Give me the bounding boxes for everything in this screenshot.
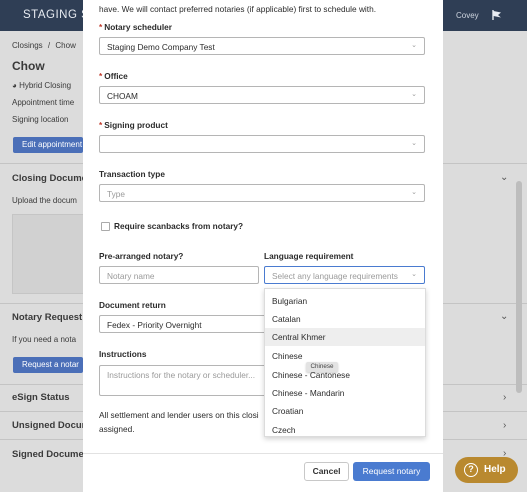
help-label: Help xyxy=(484,464,506,475)
language-placeholder: Select any language requirements xyxy=(272,271,398,281)
section-divider xyxy=(443,411,527,412)
section-divider xyxy=(443,303,527,304)
unsigned-documents-heading[interactable]: Unsigned Docum xyxy=(12,420,90,431)
chevron-down-icon[interactable]: ⌄ xyxy=(500,311,508,322)
transaction-type-placeholder: Type xyxy=(107,189,125,199)
language-option[interactable]: Chinese xyxy=(265,347,425,365)
breadcrumb-current: Chow xyxy=(55,41,76,50)
notary-request-text: If you need a nota xyxy=(12,335,77,344)
hybrid-closing-row: ◕ Hybrid Closing xyxy=(12,81,71,90)
user-name[interactable]: Covey xyxy=(456,11,479,20)
assignment-note-line2: assigned. xyxy=(99,424,135,434)
right-panel xyxy=(443,31,527,492)
chevron-down-icon: ⌄ xyxy=(411,91,417,98)
scanbacks-label[interactable]: Require scanbacks from notary? xyxy=(114,221,243,231)
transaction-type-select[interactable]: Type ⌄ xyxy=(99,184,425,202)
assignment-note-line1: All settlement and lender users on this … xyxy=(99,410,259,420)
language-option[interactable]: Chinese - Mandarin xyxy=(265,384,425,402)
section-divider xyxy=(0,439,83,440)
transaction-type-label: Transaction type xyxy=(99,169,165,179)
page-scrollbar[interactable] xyxy=(516,181,522,393)
notary-scheduler-value: Staging Demo Company Test xyxy=(107,42,215,52)
section-divider xyxy=(443,439,527,440)
esign-status-heading[interactable]: eSign Status xyxy=(12,392,70,403)
section-divider xyxy=(443,384,527,385)
office-select[interactable]: CHOAM ⌄ xyxy=(99,86,425,104)
upload-documents-text: Upload the docum xyxy=(12,196,77,205)
instructions-textarea[interactable]: Instructions for the notary or scheduler… xyxy=(99,365,272,396)
language-tooltip: Chinese xyxy=(306,362,338,372)
chevron-down-icon[interactable]: ⌄ xyxy=(500,172,508,183)
closing-documents-heading[interactable]: Closing Docume xyxy=(12,173,87,184)
section-divider xyxy=(443,163,527,164)
edit-appointment-button[interactable]: Edit appointment xyxy=(13,137,83,153)
appointment-time-label: Appointment time xyxy=(12,98,75,107)
chevron-down-icon: ⌄ xyxy=(411,271,417,278)
section-divider xyxy=(0,163,83,164)
signing-product-label: * Signing product xyxy=(99,120,168,130)
breadcrumb: Closings / Chow xyxy=(12,41,76,50)
hybrid-closing-label: Hybrid Closing xyxy=(19,81,72,90)
section-divider xyxy=(0,303,83,304)
language-options-menu: Bulgarian Catalan Central Khmer Chinese … xyxy=(264,288,426,437)
notary-name-input[interactable]: Notary name xyxy=(99,266,259,284)
section-divider xyxy=(0,411,83,412)
chevron-right-icon[interactable]: › xyxy=(503,420,506,431)
office-value: CHOAM xyxy=(107,91,138,101)
breadcrumb-closings-link[interactable]: Closings xyxy=(12,41,43,50)
language-requirement-select[interactable]: Select any language requirements ⌄ xyxy=(264,266,425,284)
upload-dropzone[interactable] xyxy=(12,214,83,294)
language-requirement-label: Language requirement xyxy=(264,251,354,261)
document-return-select[interactable]: Fedex - Priority Overnight xyxy=(99,315,272,333)
notary-scheduler-select[interactable]: Staging Demo Company Test ⌄ xyxy=(99,37,425,55)
modal-footer-divider xyxy=(83,453,443,454)
request-notary-button[interactable]: Request notary xyxy=(353,462,430,481)
office-label: * Office xyxy=(99,71,128,81)
signed-documents-heading[interactable]: Signed Documen xyxy=(12,449,90,460)
section-divider xyxy=(0,384,83,385)
language-option[interactable]: Chinese - Cantonese xyxy=(265,366,425,384)
notary-name-placeholder: Notary name xyxy=(107,271,155,281)
modal-intro-text: have. We will contact preferred notaries… xyxy=(99,4,376,14)
chevron-down-icon: ⌄ xyxy=(411,140,417,147)
language-option[interactable]: Croatian xyxy=(265,402,425,420)
signing-location-label: Signing location xyxy=(12,115,69,124)
chevron-down-icon: ⌄ xyxy=(411,42,417,49)
document-return-value: Fedex - Priority Overnight xyxy=(107,320,202,330)
cancel-button[interactable]: Cancel xyxy=(304,462,349,481)
signing-product-select[interactable]: ⌄ xyxy=(99,135,425,153)
help-button[interactable]: ? Help xyxy=(455,457,518,483)
question-icon: ? xyxy=(464,463,478,477)
language-option[interactable]: Bulgarian xyxy=(265,292,425,310)
instructions-placeholder: Instructions for the notary or scheduler… xyxy=(107,370,256,380)
chevron-right-icon[interactable]: › xyxy=(503,392,506,403)
notary-scheduler-label: * Notary scheduler xyxy=(99,22,173,32)
request-notary-bg-button[interactable]: Request a notar xyxy=(13,357,83,373)
flag-icon[interactable] xyxy=(491,9,503,21)
language-option[interactable]: Catalan xyxy=(265,310,425,328)
notary-request-heading[interactable]: Notary Request xyxy=(12,312,82,323)
language-option[interactable]: Central Khmer xyxy=(265,328,425,346)
language-option[interactable]: Czech xyxy=(265,421,425,436)
prearranged-notary-label: Pre-arranged notary? xyxy=(99,251,184,261)
instructions-label: Instructions xyxy=(99,349,147,359)
scanbacks-checkbox[interactable] xyxy=(101,222,110,231)
hybrid-closing-icon: ◕ xyxy=(12,81,17,90)
chevron-down-icon: ⌄ xyxy=(411,189,417,196)
page-title: Chow xyxy=(12,59,45,73)
document-return-label: Document return xyxy=(99,300,166,310)
